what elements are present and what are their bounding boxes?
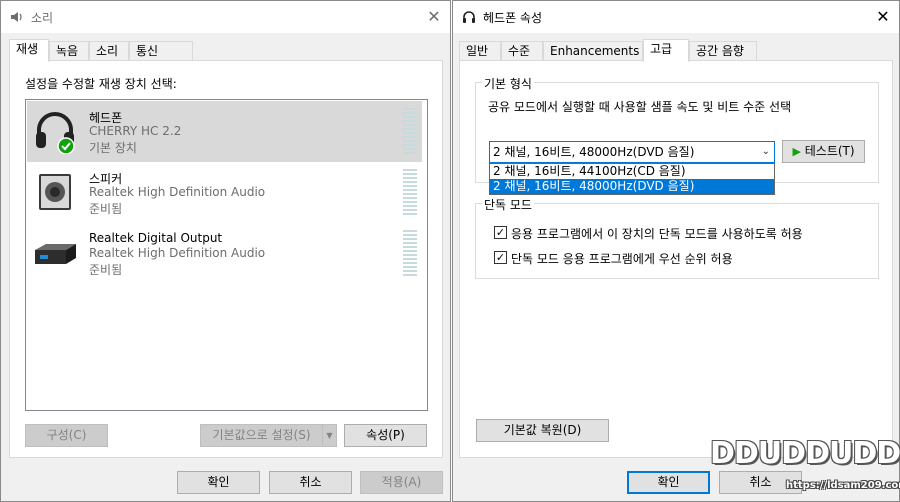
properties-window-title: 헤드폰 속성 [483, 11, 543, 25]
tab-advanced[interactable]: 고급 [643, 39, 689, 62]
give-priority-checkbox[interactable]: ✓ [494, 251, 507, 264]
ok-button[interactable]: 확인 [627, 471, 710, 494]
sound-window-title: 소리 [31, 11, 54, 25]
advanced-panel: 기본 형식 공유 모드에서 실행할 때 사용할 샘플 속도 및 비트 수준 선택… [459, 60, 893, 458]
tab-enhancements[interactable]: Enhancements [543, 41, 643, 61]
device-desc: Realtek High Definition Audio [89, 246, 266, 260]
default-format-description: 공유 모드에서 실행할 때 사용할 샘플 속도 및 비트 수준 선택 [488, 100, 792, 114]
tab-sounds[interactable]: 소리 [89, 41, 129, 61]
set-default-split-button[interactable]: 기본값으로 설정(S) ▼ [200, 424, 337, 447]
digital-output-icon [35, 244, 76, 264]
sample-rate-option[interactable]: 2 채널, 16비트, 44100Hz(CD 음질) [490, 164, 774, 179]
level-meter [403, 108, 417, 154]
tab-spatial-sound[interactable]: 공간 음향 [689, 41, 757, 61]
test-button[interactable]: ▶ 테스트(T) [782, 140, 865, 163]
sample-rate-option[interactable]: 2 채널, 16비트, 48000Hz(DVD 음질) [490, 179, 774, 194]
device-item-headphones[interactable]: 헤드폰 CHERRY HC 2.2 기본 장치 [27, 101, 422, 162]
allow-exclusive-label: 응용 프로그램에서 이 장치의 단독 모드를 사용하도록 허용 [511, 227, 803, 241]
device-list[interactable]: 헤드폰 CHERRY HC 2.2 기본 장치 스피커 Realtek High… [25, 99, 428, 411]
configure-button[interactable]: 구성(C) [25, 424, 108, 447]
exclusive-mode-group: 단독 모드 ✓ 응용 프로그램에서 이 장치의 단독 모드를 사용하도록 허용 … [475, 196, 879, 279]
default-format-title: 기본 형식 [482, 75, 534, 92]
properties-close-button[interactable]: ✕ [867, 1, 899, 33]
sample-rate-value: 2 채널, 16비트, 48000Hz(DVD 음질) [493, 145, 695, 159]
apply-button[interactable]: 적용(A) [360, 471, 443, 494]
ok-button[interactable]: 확인 [177, 471, 260, 494]
tab-communications[interactable]: 통신 [129, 41, 193, 61]
play-icon: ▶ [792, 145, 801, 158]
sample-rate-dropdown[interactable]: 2 채널, 16비트, 44100Hz(CD 음질) 2 채널, 16비트, 4… [489, 163, 775, 195]
level-meter [403, 230, 417, 276]
tab-general[interactable]: 일반 [459, 41, 501, 61]
device-desc: CHERRY HC 2.2 [89, 124, 182, 138]
sound-window: 소리 ✕ 재생 녹음 소리 통신 설정을 수정할 재생 장치 선택: 헤드폰 C… [0, 0, 451, 502]
sample-rate-select[interactable]: 2 채널, 16비트, 48000Hz(DVD 음질) ⌄ [489, 141, 775, 163]
restore-defaults-button[interactable]: 기본값 복원(D) [476, 419, 609, 442]
chevron-down-icon[interactable]: ▼ [322, 425, 336, 446]
properties-button[interactable]: 속성(P) [344, 424, 427, 447]
properties-window: 헤드폰 속성 ✕ 일반 수준 Enhancements 고급 공간 음향 기본 … [452, 0, 900, 502]
sound-titlebar[interactable]: 소리 ✕ [1, 1, 450, 33]
allow-exclusive-checkbox[interactable]: ✓ [494, 226, 507, 239]
speaker-icon [39, 174, 71, 210]
test-button-label: 테스트(T) [804, 144, 855, 158]
speaker-small-icon [11, 12, 22, 22]
cancel-button[interactable]: 취소 [269, 471, 352, 494]
tab-playback[interactable]: 재생 [9, 39, 49, 62]
device-name: Realtek Digital Output [89, 231, 223, 245]
device-desc: Realtek High Definition Audio [89, 185, 266, 199]
give-priority-label: 단독 모드 응용 프로그램에게 우선 순위 허용 [511, 252, 733, 266]
device-status: 기본 장치 [89, 141, 137, 155]
device-item-digital-output[interactable]: Realtek Digital Output Realtek High Defi… [27, 223, 422, 284]
headphones-small-icon [463, 11, 475, 23]
device-status: 준비됨 [89, 202, 123, 216]
tab-levels[interactable]: 수준 [501, 41, 543, 61]
exclusive-mode-title: 단독 모드 [482, 196, 534, 213]
tab-recording[interactable]: 녹음 [49, 41, 89, 61]
set-default-label: 기본값으로 설정(S) [212, 428, 311, 442]
default-check-icon [57, 137, 75, 154]
chevron-down-icon: ⌄ [761, 146, 770, 157]
sound-close-button[interactable]: ✕ [418, 1, 450, 33]
device-status: 준비됨 [89, 263, 123, 277]
properties-titlebar[interactable]: 헤드폰 속성 ✕ [453, 1, 899, 33]
level-meter [403, 169, 417, 215]
device-item-speaker[interactable]: 스피커 Realtek High Definition Audio 준비됨 [27, 162, 422, 223]
playback-instruction: 설정을 수정할 재생 장치 선택: [25, 77, 177, 91]
cancel-button[interactable]: 취소 [719, 471, 802, 494]
headphones-icon [36, 112, 75, 154]
